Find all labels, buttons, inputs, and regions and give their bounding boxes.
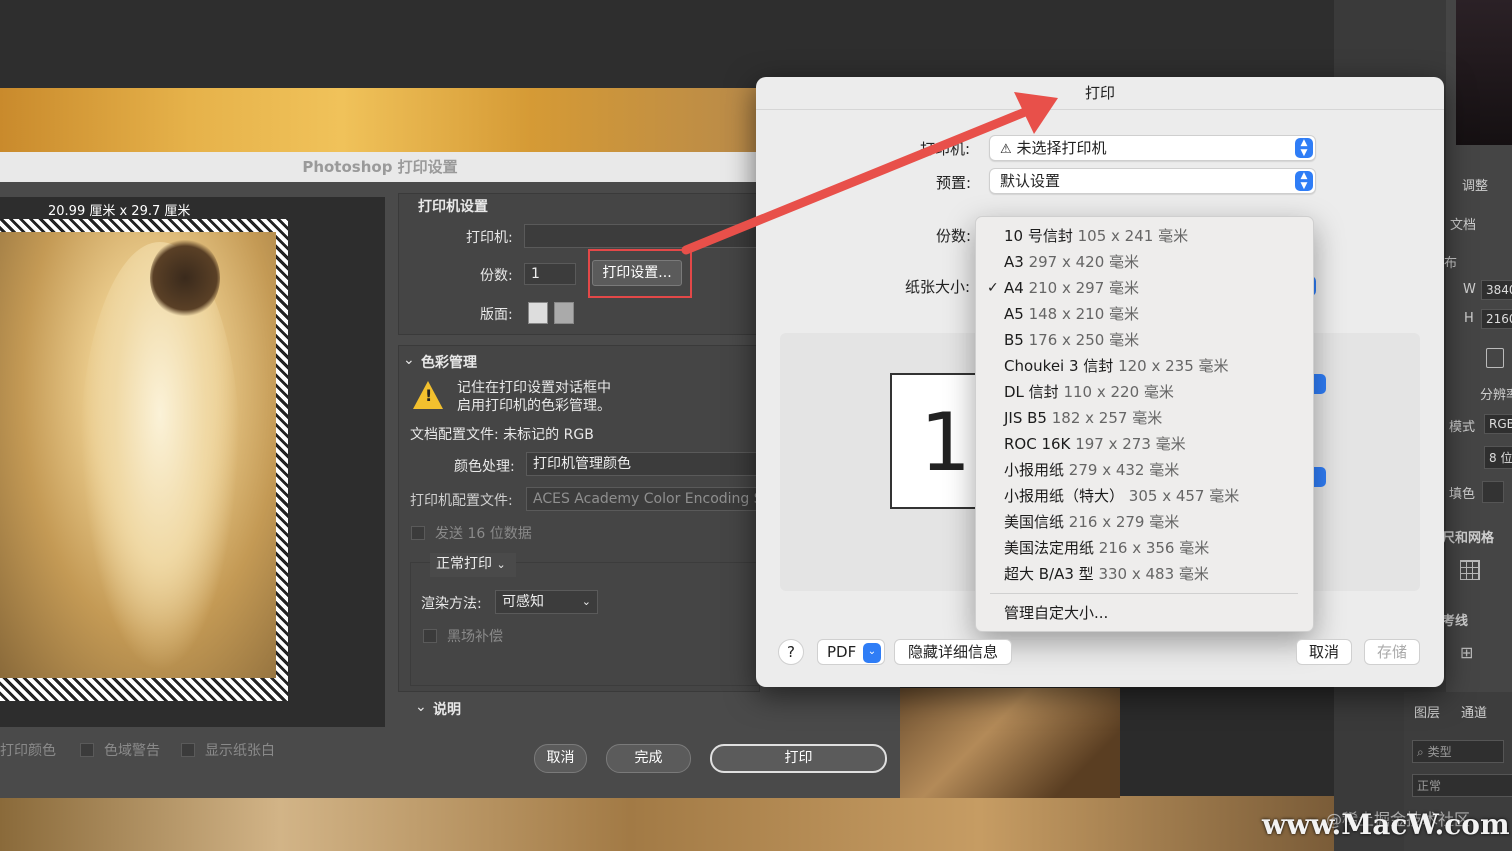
annotation-arrow-icon [681,92,1058,255]
site-watermark: www.MacW.com [1262,808,1510,841]
